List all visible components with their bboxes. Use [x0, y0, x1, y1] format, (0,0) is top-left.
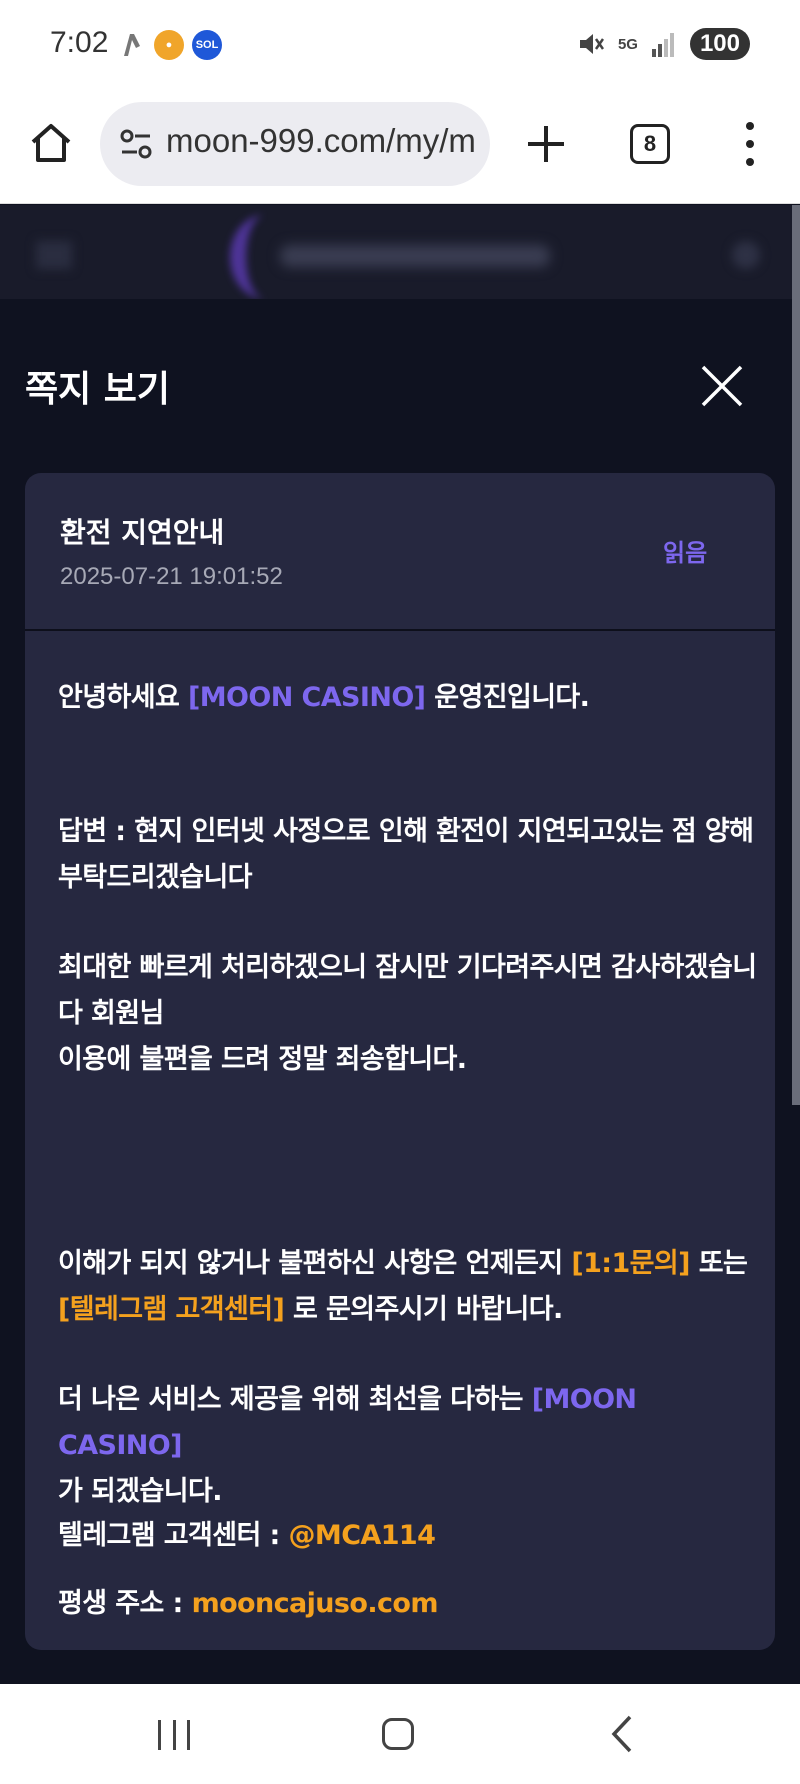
- tab-switcher-button[interactable]: 8: [630, 124, 670, 164]
- contact-mid: 또는: [698, 1248, 748, 1279]
- inquiry-link[interactable]: [1:1문의]: [571, 1248, 690, 1279]
- greeting-prefix: 안녕하세요: [58, 682, 180, 713]
- system-icons: 5G 100: [578, 28, 750, 60]
- back-icon[interactable]: [610, 1714, 634, 1754]
- network-type: 5G: [617, 35, 638, 53]
- battery-level: 100: [689, 28, 750, 60]
- browser-toolbar: moon-999.com/my/m 8: [0, 92, 800, 204]
- close-icon[interactable]: [700, 364, 744, 408]
- system-nav-bar: [0, 1684, 800, 1784]
- address-link[interactable]: mooncajuso.com: [192, 1588, 439, 1619]
- telegram-support-link[interactable]: [텔레그램 고객센터]: [58, 1294, 285, 1325]
- home-icon[interactable]: [28, 120, 74, 166]
- greeting-line: 안녕하세요 [MOON CASINO] 운영진입니다.: [58, 675, 758, 721]
- signal-icon: [651, 33, 674, 57]
- plus-icon[interactable]: [524, 122, 568, 166]
- menu-icon[interactable]: [36, 241, 72, 269]
- app-badge-icon: ●: [154, 30, 184, 60]
- telegram-line: 텔레그램 고객센터 : @MCA114: [58, 1513, 758, 1559]
- address-line: 평생 주소 : mooncajuso.com: [58, 1581, 758, 1627]
- address-bar[interactable]: moon-999.com/my/m: [100, 102, 490, 186]
- recent-apps-icon[interactable]: [158, 1720, 190, 1750]
- wait-notice-text: 최대한 빠르게 처리하겠으니 잠시만 기다려주시면 감사하겠습니다 회원님: [58, 952, 757, 1029]
- contact-prefix: 이해가 되지 않거나 불편하신 사항은 언제든지: [58, 1248, 563, 1279]
- mute-icon: [579, 34, 604, 54]
- read-status-badge: 읽음: [663, 539, 708, 567]
- sol-app-icon: SOL: [192, 30, 222, 60]
- apology-text: 이용에 불편을 드려 정말 죄송합니다.: [58, 1044, 467, 1075]
- status-time: 7:02: [50, 26, 109, 59]
- app-notification-icon: [124, 34, 140, 56]
- notification-icons: ● SOL: [118, 30, 222, 60]
- message-date: 2025-07-21 19:01:52: [60, 563, 283, 590]
- address-label: 평생 주소 :: [58, 1588, 183, 1619]
- message-header: 환전 지연안내 2025-07-21 19:01:52 읽음: [25, 473, 775, 631]
- contact-suffix: 로 문의주시기 바랍니다.: [293, 1294, 563, 1325]
- telegram-handle[interactable]: @MCA114: [289, 1520, 436, 1551]
- message-card: 환전 지연안내 2025-07-21 19:01:52 읽음 안녕하세요 [MO…: [25, 473, 775, 1650]
- status-bar: 7:02 ● SOL 5G 100: [0, 0, 800, 92]
- modal-title: 쪽지 보기: [25, 369, 171, 410]
- site-logo-text: [280, 245, 550, 267]
- site-settings-icon[interactable]: [118, 126, 154, 162]
- service-suffix: 가 되겠습니다.: [58, 1476, 223, 1507]
- message-subject: 환전 지연안내: [60, 516, 225, 549]
- greeting-suffix: 운영진입니다.: [434, 682, 590, 713]
- home-nav-icon[interactable]: [382, 1718, 414, 1750]
- brand-name: [MOON CASINO]: [188, 682, 426, 713]
- service-line: 더 나은 서비스 제공을 위해 최선을 다하는 [MOON CASINO] 가 …: [58, 1377, 758, 1515]
- site-header: [0, 205, 792, 299]
- telegram-label: 텔레그램 고객센터 :: [58, 1520, 280, 1551]
- user-icon[interactable]: [732, 241, 760, 269]
- answer-text: 답변 : 현지 인터넷 사정으로 인해 환전이 지연되고있는 점 양해 부탁드리…: [58, 816, 754, 893]
- contact-line: 이해가 되지 않거나 불편하신 사항은 언제든지 [1:1문의] 또는 [텔레그…: [58, 1241, 758, 1333]
- url-text: moon-999.com/my/m: [166, 122, 476, 159]
- more-vert-icon[interactable]: [740, 122, 760, 166]
- scrollbar[interactable]: [792, 205, 800, 1105]
- service-prefix: 더 나은 서비스 제공을 위해 최선을 다하는: [58, 1384, 523, 1415]
